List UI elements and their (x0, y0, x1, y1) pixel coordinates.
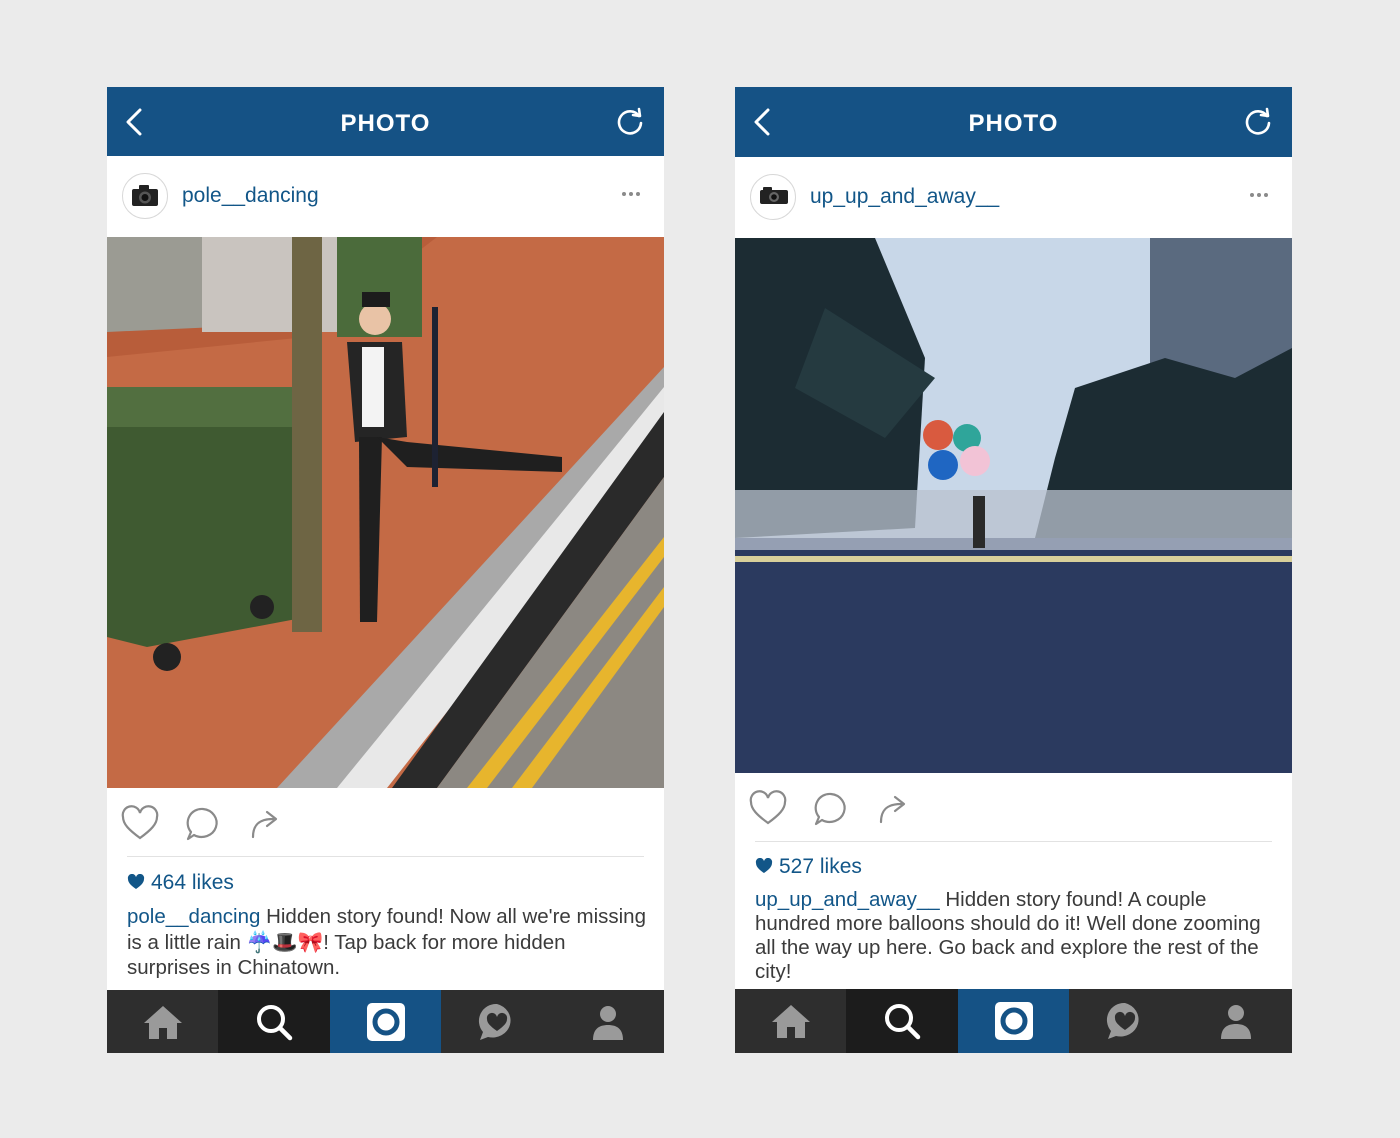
post-actions (735, 773, 1292, 839)
post-caption: up_up_and_away__ Hidden story found! A c… (755, 888, 1274, 984)
refresh-icon[interactable] (1242, 106, 1274, 138)
heart-small-icon (127, 873, 145, 889)
tab-search[interactable] (218, 990, 330, 1053)
ellipsis-icon[interactable] (620, 183, 642, 205)
divider (127, 856, 644, 857)
caption-username[interactable]: up_up_and_away__ (755, 888, 940, 911)
camera-icon (760, 187, 788, 204)
avatar[interactable] (750, 174, 796, 220)
nav-bar: PHOTO (107, 87, 664, 156)
tab-home[interactable] (735, 989, 846, 1053)
heart-icon[interactable] (121, 805, 159, 843)
tab-search[interactable] (846, 989, 958, 1053)
post-caption: pole__dancing Hidden story found! Now al… (127, 904, 646, 981)
ellipsis-icon[interactable] (1248, 184, 1270, 206)
page-title: PHOTO (340, 110, 431, 137)
page-title: PHOTO (968, 110, 1059, 137)
likes-label: 527 likes (779, 855, 862, 878)
nav-bar: PHOTO (735, 87, 1292, 157)
post-actions (107, 788, 664, 854)
refresh-icon[interactable] (614, 106, 646, 138)
post-photo (107, 237, 664, 788)
likes-count[interactable]: 527 likes (755, 855, 862, 879)
screen-up-up-and-away: PHOTO up_up_and_away__ 527 likes up_up_a… (735, 87, 1292, 1053)
post-username[interactable]: pole__dancing (182, 184, 319, 208)
home-icon (143, 1005, 182, 1039)
heart-bubble-icon (478, 1003, 511, 1040)
comment-icon[interactable] (184, 805, 222, 843)
profile-icon (593, 1005, 624, 1040)
likes-count[interactable]: 464 likes (127, 871, 234, 895)
camera-icon (366, 1002, 405, 1041)
tab-activity[interactable] (441, 990, 552, 1053)
search-icon (257, 1004, 293, 1040)
post-username[interactable]: up_up_and_away__ (810, 185, 999, 209)
heart-bubble-icon (1106, 1002, 1139, 1039)
tab-activity[interactable] (1069, 989, 1180, 1053)
divider (755, 841, 1272, 842)
post-photo (735, 238, 1292, 773)
camera-icon (994, 1002, 1033, 1040)
post-header: up_up_and_away__ (735, 157, 1292, 238)
tab-camera[interactable] (329, 990, 442, 1053)
tab-bar (107, 990, 664, 1053)
comment-icon[interactable] (812, 790, 850, 828)
tab-profile[interactable] (1181, 989, 1292, 1053)
avatar[interactable] (122, 173, 168, 219)
likes-label: 464 likes (151, 871, 234, 894)
screen-pole-dancing: PHOTO pole__dancing 464 likes pole__danc… (107, 87, 664, 1053)
tab-bar (735, 989, 1292, 1053)
camera-icon (132, 185, 158, 206)
home-icon (771, 1005, 810, 1038)
search-icon (885, 1004, 921, 1040)
share-icon[interactable] (875, 790, 913, 828)
heart-icon[interactable] (749, 790, 787, 828)
tab-home[interactable] (107, 990, 218, 1053)
caption-username[interactable]: pole__dancing (127, 905, 260, 928)
profile-icon (1221, 1005, 1252, 1039)
post-header: pole__dancing (107, 156, 664, 237)
tab-profile[interactable] (553, 990, 664, 1053)
tab-camera[interactable] (957, 989, 1070, 1053)
share-icon[interactable] (247, 805, 285, 843)
heart-small-icon (755, 857, 773, 873)
